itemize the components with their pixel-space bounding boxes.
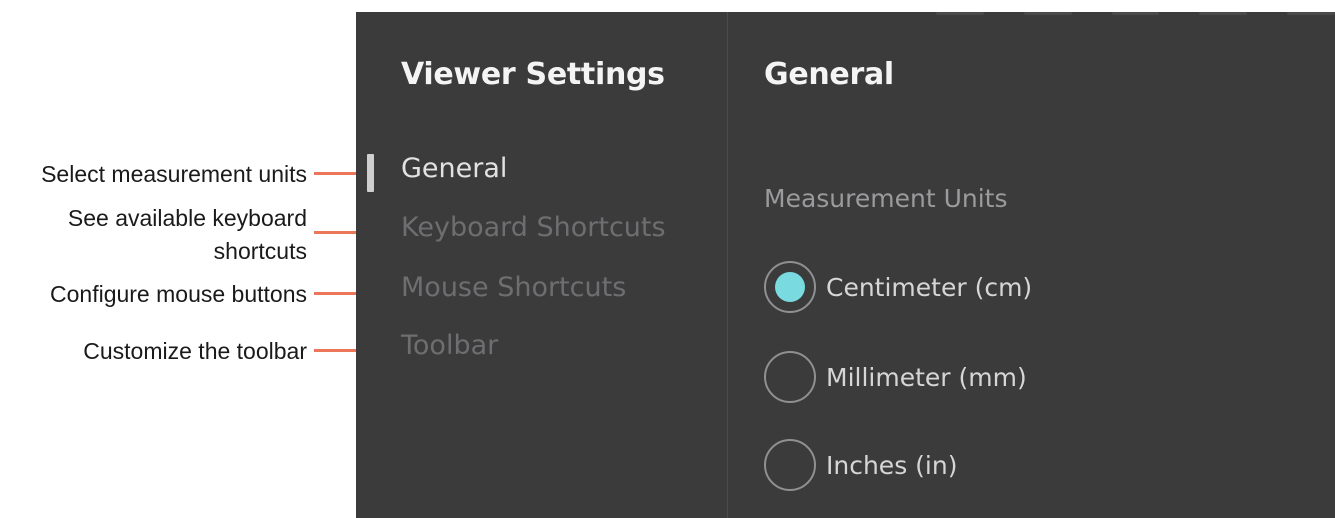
measurement-units-label: Measurement Units bbox=[764, 184, 1008, 213]
panel-divider bbox=[727, 12, 728, 518]
sidebar-title: Viewer Settings bbox=[401, 57, 665, 92]
toolbar-fragment bbox=[1023, 12, 1072, 15]
radio-option-centimeter[interactable]: Centimeter (cm) bbox=[764, 261, 1032, 313]
callout-keyboard-shortcuts: See available keyboard shortcuts bbox=[67, 205, 307, 264]
sidebar-item-general[interactable]: General bbox=[401, 153, 507, 184]
radio-option-millimeter[interactable]: Millimeter (mm) bbox=[764, 351, 1027, 403]
radio-button-selected[interactable] bbox=[764, 261, 816, 313]
callout-select-measurement-units: Select measurement units bbox=[41, 161, 307, 187]
radio-button[interactable] bbox=[764, 439, 816, 491]
page: Select measurement units See available k… bbox=[0, 0, 1335, 518]
radio-label-inches: Inches (in) bbox=[826, 450, 958, 480]
callout-configure-mouse-buttons: Configure mouse buttons bbox=[50, 281, 307, 307]
sidebar-item-keyboard-shortcuts[interactable]: Keyboard Shortcuts bbox=[401, 212, 666, 243]
viewer-settings-panel: Viewer Settings General Keyboard Shortcu… bbox=[356, 12, 1335, 518]
toolbar-fragment bbox=[936, 12, 984, 15]
active-nav-indicator bbox=[367, 154, 374, 192]
radio-label-centimeter: Centimeter (cm) bbox=[826, 272, 1033, 302]
top-toolbar-fragment bbox=[936, 12, 1335, 17]
radio-selected-dot bbox=[775, 272, 805, 302]
toolbar-fragment bbox=[1199, 12, 1248, 15]
sidebar-item-mouse-shortcuts[interactable]: Mouse Shortcuts bbox=[401, 272, 626, 303]
toolbar-fragment bbox=[1111, 12, 1160, 15]
callout-customize-toolbar: Customize the toolbar bbox=[83, 338, 307, 364]
toolbar-fragment bbox=[1287, 12, 1335, 15]
sidebar-item-toolbar[interactable]: Toolbar bbox=[401, 330, 498, 361]
radio-button[interactable] bbox=[764, 351, 816, 403]
page-title: General bbox=[764, 57, 894, 92]
radio-label-millimeter: Millimeter (mm) bbox=[826, 362, 1027, 392]
radio-option-inches[interactable]: Inches (in) bbox=[764, 439, 957, 491]
